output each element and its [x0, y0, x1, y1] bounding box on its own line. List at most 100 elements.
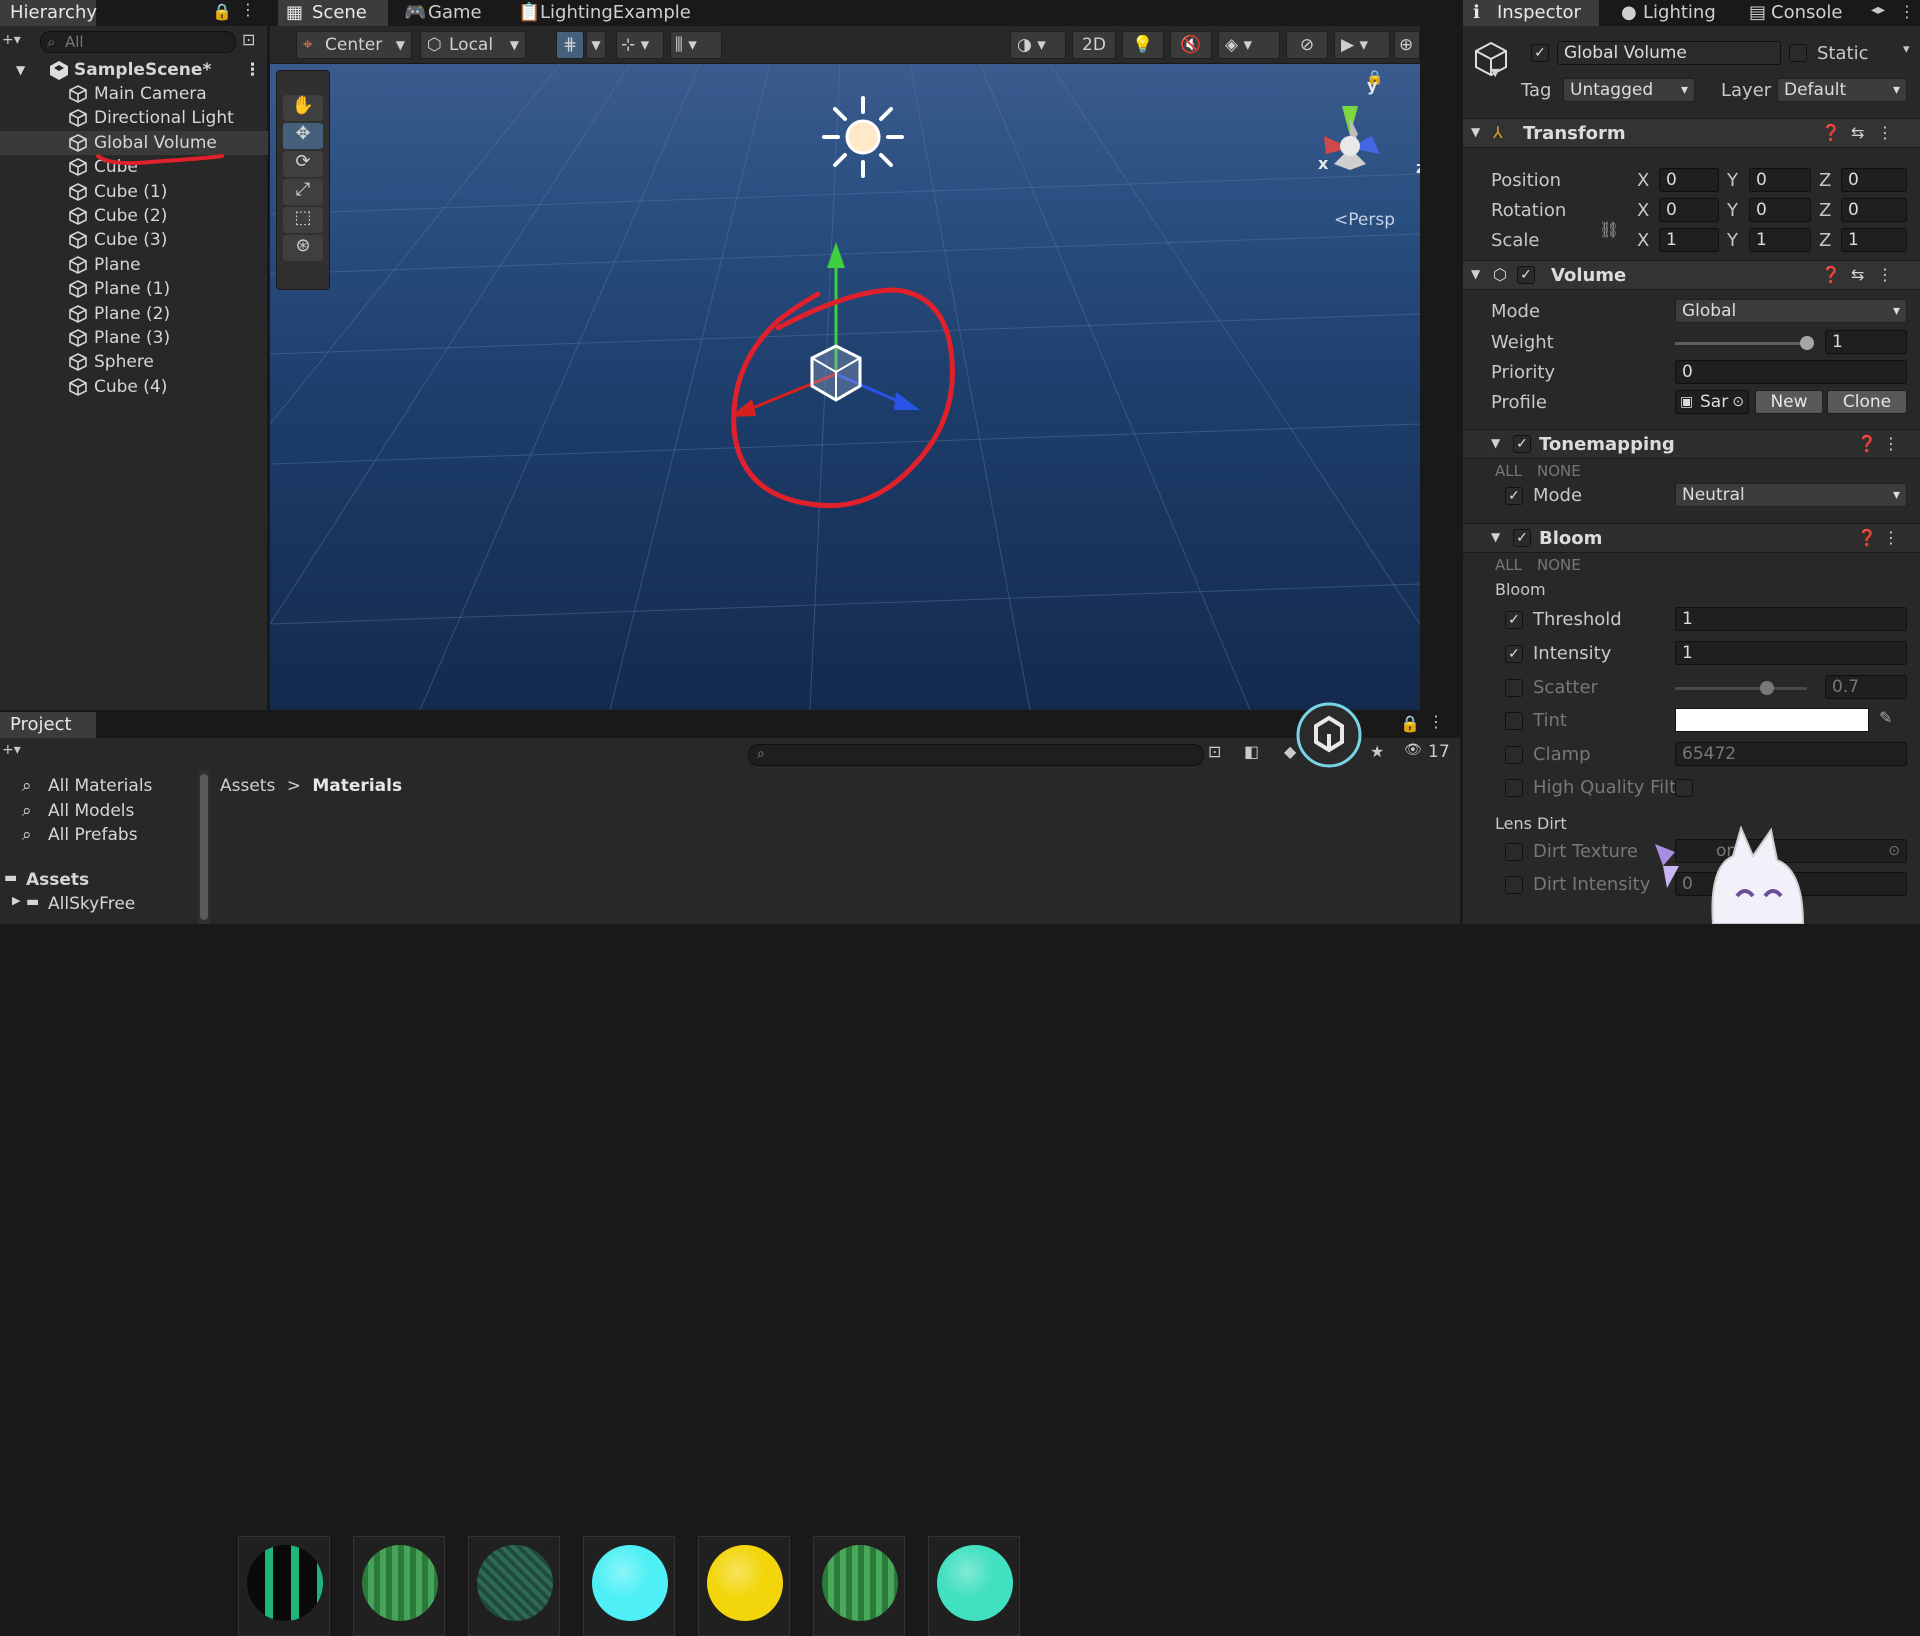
material-asset[interactable] — [813, 1536, 905, 1636]
rotate-tool-button[interactable]: ⟳ — [283, 151, 323, 177]
hierarchy-search-input[interactable]: ⌕ All — [40, 31, 236, 53]
expand-arrow-icon[interactable]: ▶ — [12, 894, 20, 907]
scatter-override-checkbox[interactable] — [1505, 679, 1523, 697]
help-icon[interactable]: ❓ — [1821, 265, 1841, 284]
object-picker-icon[interactable]: ⊙ — [1888, 840, 1900, 862]
rotation-y-field[interactable]: 0 — [1749, 198, 1811, 222]
move-gizmo[interactable] — [700, 224, 1000, 544]
rotation-x-field[interactable]: 0 — [1659, 198, 1719, 222]
intensity-field[interactable]: 1 — [1675, 641, 1907, 665]
scatter-field[interactable]: 0.7 — [1825, 675, 1907, 699]
hierarchy-item[interactable]: Main Camera — [0, 82, 268, 106]
favorite-item[interactable]: ⌕ All Models — [0, 801, 196, 823]
material-asset[interactable] — [698, 1536, 790, 1636]
bloom-none-toggle[interactable]: NONE — [1537, 556, 1581, 574]
camera-dropdown[interactable]: ▶ ▾ — [1334, 31, 1390, 59]
hierarchy-item[interactable]: Plane (3) — [0, 326, 268, 350]
draw-mode-dropdown[interactable]: ◑ ▾ — [1010, 31, 1066, 59]
component-menu-icon[interactable]: ⋮ — [1883, 528, 1899, 547]
tab-overflow-icon[interactable]: ◂▸ — [1871, 2, 1885, 18]
persp-label[interactable]: <Persp — [1334, 210, 1395, 230]
tonemapping-mode-override-checkbox[interactable]: ✓ — [1505, 487, 1523, 505]
grid-snap-dropdown[interactable]: ▼ — [586, 31, 606, 59]
material-asset[interactable] — [468, 1536, 560, 1636]
scatter-slider-track[interactable] — [1675, 687, 1807, 690]
scene-viewport[interactable]: ✋ ✥ ⟳ ⤢ ⬚ ⊛ 🔒 y x <Persp — [270, 64, 1420, 710]
weight-slider-track[interactable] — [1675, 342, 1807, 345]
scale-z-field[interactable]: 1 — [1841, 228, 1907, 252]
tab-lighting[interactable]: ● Lighting — [1609, 0, 1739, 26]
scale-x-field[interactable]: 1 — [1659, 228, 1719, 252]
add-dropdown-icon[interactable]: +▾ — [2, 742, 21, 758]
pivot-dropdown[interactable]: ⌖ Center ▼ — [296, 31, 412, 59]
hierarchy-item[interactable]: Cube (3) — [0, 228, 268, 252]
threshold-override-checkbox[interactable]: ✓ — [1505, 611, 1523, 629]
priority-field[interactable]: 0 — [1675, 360, 1907, 384]
object-name-field[interactable]: Global Volume — [1557, 41, 1781, 65]
tonemapping-all-toggle[interactable]: ALL — [1495, 462, 1522, 480]
volume-header[interactable]: ▼ ⬡ ✓ Volume ❓ ⇆ ⋮ — [1463, 260, 1920, 290]
grid-snap-button[interactable]: ⋕ — [556, 31, 584, 59]
tint-color-swatch[interactable] — [1675, 708, 1869, 732]
menu-icon[interactable]: ⋮ — [240, 0, 256, 19]
visibility-toggle[interactable]: ⊘ — [1286, 31, 1328, 59]
breadcrumb-materials[interactable]: Materials — [312, 776, 402, 796]
layer-dropdown[interactable]: Default — [1777, 78, 1907, 102]
move-tool-button[interactable]: ✥ — [283, 123, 323, 149]
help-icon[interactable]: ❓ — [1857, 528, 1877, 547]
hierarchy-item[interactable]: Plane (2) — [0, 302, 268, 326]
audio-toggle[interactable]: 🔇 — [1170, 31, 1212, 59]
component-menu-icon[interactable]: ⋮ — [1877, 265, 1893, 284]
eyedropper-icon[interactable]: ✎ — [1879, 708, 1892, 727]
intensity-override-checkbox[interactable]: ✓ — [1505, 645, 1523, 663]
tab-console[interactable]: ▤ Console — [1741, 0, 1849, 26]
hierarchy-item[interactable]: Plane — [0, 253, 268, 277]
material-asset[interactable] — [353, 1536, 445, 1636]
dirt-intensity-override-checkbox[interactable] — [1505, 876, 1523, 894]
weight-slider-knob[interactable] — [1800, 336, 1814, 350]
filter-by-label-icon[interactable]: ◆ — [1284, 742, 1296, 761]
position-x-field[interactable]: 0 — [1659, 168, 1719, 192]
scale-y-field[interactable]: 1 — [1749, 228, 1811, 252]
tab-scene[interactable]: ▦ Scene — [278, 0, 388, 26]
hierarchy-item[interactable]: Cube (4) — [0, 375, 268, 399]
bloom-enabled-checkbox[interactable]: ✓ — [1513, 529, 1531, 547]
tab-inspector[interactable]: ℹ Inspector — [1463, 0, 1599, 26]
dirt-texture-override-checkbox[interactable] — [1505, 843, 1523, 861]
preset-icon[interactable]: ⇆ — [1851, 123, 1864, 142]
scene-menu-icon[interactable]: ⋮ — [244, 58, 261, 82]
position-z-field[interactable]: 0 — [1841, 168, 1907, 192]
component-menu-icon[interactable]: ⋮ — [1883, 434, 1899, 453]
volume-enabled-checkbox[interactable]: ✓ — [1517, 266, 1535, 284]
ruler-button[interactable]: ⫼ ▾ — [670, 31, 722, 59]
hand-tool-button[interactable]: ✋ — [283, 95, 323, 121]
add-dropdown-icon[interactable]: +▾ — [2, 32, 21, 48]
filter-by-type-icon[interactable]: ◧ — [1244, 742, 1259, 761]
effects-dropdown[interactable]: ◈ ▾ — [1218, 31, 1280, 59]
clone-profile-button[interactable]: Clone — [1827, 390, 1907, 414]
assets-root-item[interactable]: ▬ Assets — [0, 870, 200, 892]
constrain-proportions-icon[interactable]: ⛓ — [1599, 220, 1619, 239]
visibility-count-icon[interactable]: 👁 — [1404, 742, 1422, 758]
2d-toggle[interactable]: 2D — [1072, 31, 1116, 59]
tonemapping-enabled-checkbox[interactable]: ✓ — [1513, 435, 1531, 453]
transform-header[interactable]: ▼ ⅄ Transform ❓ ⇆ ⋮ — [1463, 118, 1920, 148]
scatter-slider-knob[interactable] — [1760, 681, 1775, 695]
search-options-icon[interactable]: ⊡ — [242, 30, 255, 49]
folder-item-allskyfree[interactable]: ▶ ▬ AllSkyFree — [0, 894, 200, 916]
favorite-star-icon[interactable]: ★ — [1370, 742, 1384, 761]
search-options-icon[interactable]: ⊡ — [1208, 742, 1221, 761]
icon-dropdown-icon[interactable]: ▼ — [1491, 66, 1499, 79]
tonemapping-mode-dropdown[interactable]: Neutral — [1675, 483, 1907, 507]
expand-arrow-icon[interactable]: ▼ — [16, 58, 25, 82]
tint-override-checkbox[interactable] — [1505, 712, 1523, 730]
threshold-field[interactable]: 1 — [1675, 607, 1907, 631]
material-asset[interactable] — [238, 1536, 330, 1636]
preset-icon[interactable]: ⇆ — [1851, 265, 1864, 284]
material-asset[interactable] — [928, 1536, 1020, 1636]
tonemapping-header[interactable]: ▼ ✓ Tonemapping ❓ ⋮ — [1463, 429, 1920, 459]
inspector-menu-icon[interactable]: ⋮ — [1899, 2, 1915, 21]
clamp-override-checkbox[interactable] — [1505, 746, 1523, 764]
profile-field[interactable]: ▣ Sar ⊙ — [1675, 390, 1749, 414]
breadcrumb-assets[interactable]: Assets — [220, 776, 275, 796]
